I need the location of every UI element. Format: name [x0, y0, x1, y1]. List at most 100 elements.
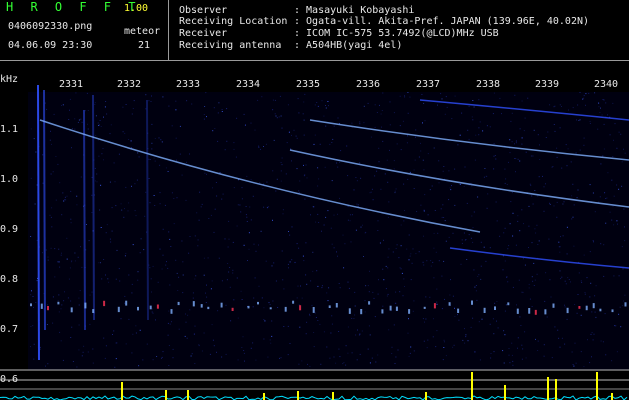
noise-speck: [574, 342, 576, 344]
noise-speck: [197, 245, 199, 247]
noise-speck: [309, 315, 311, 317]
noise-speck: [507, 248, 509, 250]
signal-blip: [348, 308, 351, 314]
noise-speck: [443, 339, 445, 341]
noise-speck: [424, 321, 425, 323]
signal-blip: [47, 306, 49, 311]
noise-speck: [181, 240, 183, 242]
noise-speck: [407, 178, 409, 180]
noise-speck: [616, 220, 618, 222]
noise-speck: [415, 129, 417, 131]
noise-speck: [243, 113, 245, 115]
noise-speck: [504, 182, 506, 184]
noise-speck: [573, 204, 575, 206]
noise-speck: [400, 149, 402, 151]
noise-speck: [578, 272, 580, 274]
noise-speck: [576, 197, 578, 199]
noise-speck: [30, 177, 32, 179]
signal-blip: [247, 305, 250, 309]
signal-blip: [483, 307, 486, 313]
noise-speck: [70, 300, 72, 302]
noise-speck: [534, 228, 536, 230]
noise-speck: [232, 272, 234, 274]
noise-speck: [159, 248, 161, 250]
noise-speck: [542, 175, 543, 177]
noise-speck: [159, 192, 161, 194]
noise-speck: [132, 333, 134, 335]
signal-blip: [177, 301, 180, 306]
noise-speck: [593, 241, 594, 243]
noise-speck: [528, 205, 530, 207]
noise-speck: [537, 350, 539, 351]
noise-speck: [54, 276, 56, 278]
noise-speck: [420, 142, 421, 144]
noise-speck: [504, 334, 506, 336]
noise-speck: [554, 326, 556, 328]
noise-speck: [69, 98, 71, 100]
noise-speck: [87, 123, 88, 125]
noise-speck: [368, 291, 370, 293]
noise-speck: [611, 179, 613, 181]
noise-speck: [537, 134, 539, 136]
noise-speck: [557, 329, 559, 331]
noise-speck: [205, 92, 207, 94]
signal-blip: [395, 306, 398, 311]
noise-speck: [236, 225, 238, 227]
noise-speck: [478, 321, 480, 323]
noise-speck: [483, 246, 485, 248]
noise-speck: [339, 356, 341, 358]
noise-speck: [283, 288, 285, 290]
noise-speck: [523, 130, 525, 132]
noise-speck: [314, 134, 316, 136]
noise-speck: [124, 302, 126, 304]
noise-speck: [515, 244, 517, 246]
noise-speck: [472, 119, 474, 121]
noise-speck: [475, 134, 477, 136]
noise-speck: [276, 117, 278, 119]
noise-speck: [357, 329, 358, 331]
noise-speck: [607, 114, 608, 116]
noise-speck: [184, 335, 186, 337]
noise-speck: [359, 123, 361, 125]
noise-speck: [50, 247, 52, 249]
noise-speck: [98, 155, 100, 157]
noise-speck: [581, 282, 583, 283]
noise-speck: [367, 348, 369, 350]
noise-speck: [423, 340, 425, 342]
noise-speck: [232, 241, 234, 243]
noise-speck: [601, 114, 603, 116]
noise-speck: [325, 105, 326, 106]
signal-blip: [103, 300, 106, 307]
noise-speck: [137, 152, 139, 154]
noise-speck: [255, 250, 257, 252]
noise-speck: [131, 185, 132, 187]
noise-speck: [105, 101, 107, 102]
noise-speck: [604, 192, 605, 194]
noise-speck: [379, 104, 380, 106]
noise-speck: [306, 177, 308, 179]
noise-speck: [607, 172, 609, 174]
noise-speck: [518, 279, 520, 281]
noise-speck: [528, 287, 530, 289]
noise-speck: [575, 362, 577, 364]
noise-speck: [303, 164, 304, 166]
noise-speck: [568, 109, 569, 111]
noise-speck: [509, 152, 511, 154]
noise-speck: [200, 206, 202, 208]
noise-speck: [316, 270, 318, 272]
noise-speck: [474, 351, 476, 353]
noise-speck: [342, 363, 344, 365]
noise-speck: [81, 121, 83, 123]
noise-speck: [519, 230, 521, 232]
noise-speck: [414, 159, 416, 161]
noise-speck: [564, 343, 566, 345]
noise-speck: [515, 140, 517, 142]
noise-speck: [413, 350, 415, 352]
noise-speck: [359, 353, 361, 355]
noise-speck: [279, 357, 280, 359]
noise-speck: [161, 141, 163, 143]
noise-speck: [554, 105, 556, 107]
noise-speck: [72, 361, 74, 362]
noise-speck: [169, 238, 171, 240]
noise-speck: [280, 115, 282, 117]
